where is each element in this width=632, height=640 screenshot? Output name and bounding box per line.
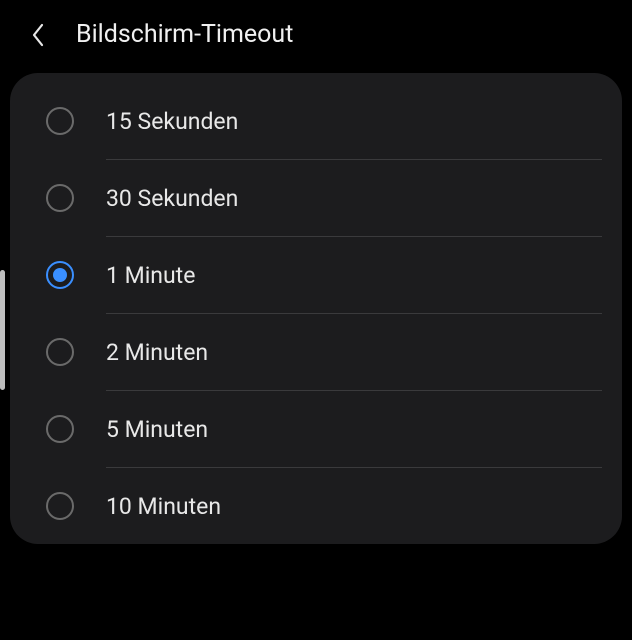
options-panel: 15 Sekunden 30 Sekunden 1 Minute 2 Minuten 5… [10,73,622,544]
radio-icon[interactable] [46,492,74,520]
timeout-option-label: 5 Minuten [106,416,208,443]
timeout-option[interactable]: 1 Minute [10,237,622,313]
scroll-indicator[interactable] [0,270,5,390]
header: Bildschirm-Timeout [0,0,632,73]
back-icon[interactable] [24,21,52,49]
timeout-option-label: 1 Minute [106,262,195,289]
timeout-option-label: 30 Sekunden [106,185,238,212]
timeout-option[interactable]: 5 Minuten [10,391,622,467]
timeout-option-label: 15 Sekunden [106,108,238,135]
page-title: Bildschirm-Timeout [76,20,293,49]
radio-selected-icon[interactable] [46,261,74,289]
timeout-option-label: 10 Minuten [106,493,221,520]
timeout-option[interactable]: 15 Sekunden [10,83,622,159]
timeout-option[interactable]: 10 Minuten [10,468,622,544]
timeout-option[interactable]: 30 Sekunden [10,160,622,236]
radio-icon[interactable] [46,107,74,135]
radio-icon[interactable] [46,338,74,366]
timeout-option-label: 2 Minuten [106,339,208,366]
radio-icon[interactable] [46,184,74,212]
radio-icon[interactable] [46,415,74,443]
timeout-option[interactable]: 2 Minuten [10,314,622,390]
